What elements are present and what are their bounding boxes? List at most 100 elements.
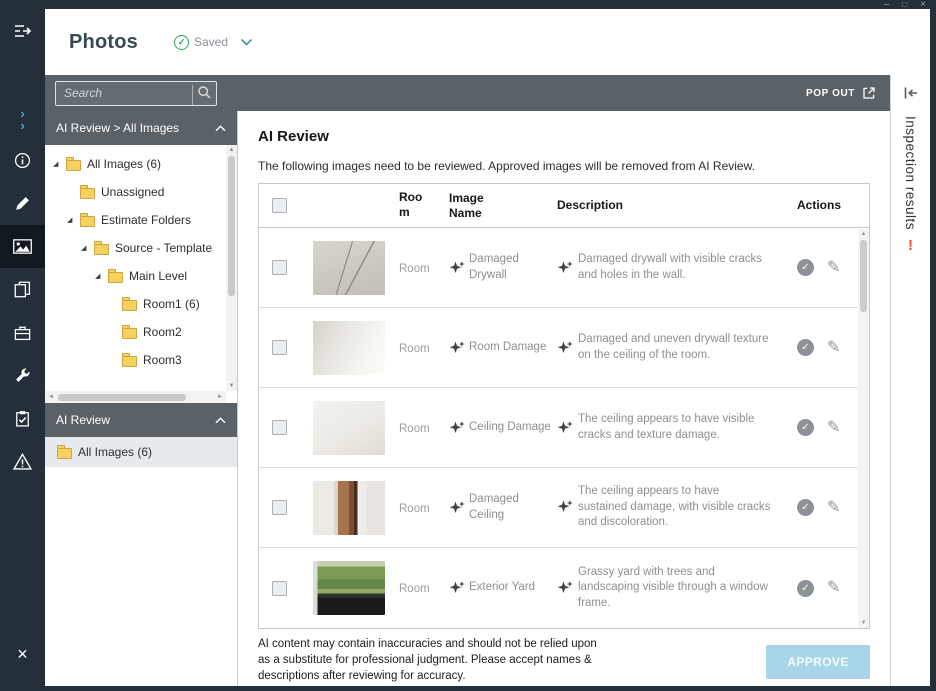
- scroll-up-icon[interactable]: ▲: [861, 231, 867, 237]
- sidebar-item-photos[interactable]: [0, 225, 45, 268]
- sidebar-item-edit[interactable]: [0, 182, 45, 225]
- photo-thumbnail[interactable]: [313, 321, 385, 375]
- photos-toolbar: POP OUT: [45, 75, 890, 111]
- tree-item[interactable]: ◢Source - Template: [45, 234, 226, 262]
- ai-accept-name-icon[interactable]: [449, 420, 465, 436]
- ai-accept-description-icon[interactable]: [557, 260, 573, 276]
- scroll-right-icon[interactable]: ►: [217, 394, 223, 400]
- folder-icon: [57, 448, 72, 459]
- tree-expanded-icon: ◢: [95, 272, 108, 280]
- saved-check-icon: ✓: [174, 35, 189, 50]
- window-controls: – □ ×: [884, 0, 926, 9]
- row-checkbox[interactable]: [272, 340, 287, 355]
- chevron-right-icon[interactable]: ›: [20, 120, 24, 131]
- panel-toggle-icon: [14, 24, 32, 38]
- close-window-icon[interactable]: ×: [920, 0, 926, 9]
- sidebar-item-toolbox[interactable]: [0, 311, 45, 354]
- edit-image-icon[interactable]: ✎: [827, 580, 840, 596]
- scrollbar-thumb[interactable]: [860, 240, 867, 312]
- approve-image-icon[interactable]: ✓: [797, 580, 814, 597]
- tree-item[interactable]: ◢ Estimate Folders: [45, 206, 226, 234]
- tree-expanded-icon: ◢: [67, 216, 80, 224]
- edit-image-icon[interactable]: ✎: [827, 500, 840, 516]
- maximize-icon[interactable]: □: [902, 0, 907, 9]
- folder-icon: [94, 244, 109, 255]
- minimize-icon[interactable]: –: [884, 0, 890, 9]
- tree-pane-header[interactable]: AI Review > All Images: [45, 111, 237, 145]
- clipboard-check-icon: [14, 410, 31, 427]
- scroll-up-icon[interactable]: ▲: [229, 147, 235, 153]
- app-header: Photos ✓ Saved: [45, 9, 930, 75]
- edit-image-icon[interactable]: ✎: [827, 420, 840, 436]
- tree-horizontal-scrollbar[interactable]: ◄ ►: [45, 391, 226, 403]
- photo-thumbnail[interactable]: [313, 481, 385, 535]
- ai-accept-name-icon[interactable]: [449, 260, 465, 276]
- edit-image-icon[interactable]: ✎: [827, 340, 840, 356]
- image-description: The ceiling appears to have sustained da…: [578, 484, 771, 531]
- tree-item[interactable]: Room1 (6): [45, 290, 226, 318]
- row-checkbox[interactable]: [272, 500, 287, 515]
- pop-out-label: POP OUT: [806, 88, 855, 99]
- row-checkbox[interactable]: [272, 420, 287, 435]
- ai-accept-description-icon[interactable]: [557, 499, 573, 515]
- ai-accept-name-icon[interactable]: [449, 580, 465, 596]
- search-box: [55, 81, 217, 106]
- tree-item-label: Room2: [143, 325, 182, 339]
- approve-button[interactable]: APPROVE: [766, 645, 870, 679]
- page-title: Photos: [69, 31, 138, 54]
- scroll-down-icon[interactable]: ▼: [861, 620, 867, 626]
- photo-thumbnail[interactable]: [313, 561, 385, 615]
- photo-thumbnail[interactable]: [313, 241, 385, 295]
- edit-image-icon[interactable]: ✎: [827, 260, 840, 276]
- ai-accept-name-icon[interactable]: [449, 500, 465, 516]
- ai-accept-name-icon[interactable]: [449, 340, 465, 356]
- sidebar-item-documents[interactable]: [0, 268, 45, 311]
- select-all-checkbox[interactable]: [272, 198, 287, 213]
- tree-vertical-scrollbar[interactable]: ▲ ▼: [226, 145, 237, 391]
- tree-item[interactable]: Unassigned: [45, 178, 226, 206]
- photo-thumbnail[interactable]: [313, 401, 385, 455]
- tree-item-label: Estimate Folders: [101, 213, 191, 227]
- pop-out-button[interactable]: POP OUT: [802, 82, 880, 104]
- tree-item-label: Unassigned: [101, 185, 164, 199]
- approve-image-icon[interactable]: ✓: [797, 339, 814, 356]
- expand-panel-button[interactable]: [903, 86, 919, 100]
- search-icon[interactable]: [192, 85, 212, 105]
- folder-icon: [122, 356, 137, 367]
- ai-accept-description-icon[interactable]: [557, 420, 573, 436]
- ai-review-item[interactable]: All Images (6): [45, 437, 237, 467]
- row-checkbox[interactable]: [272, 260, 287, 275]
- sidebar-toggle-button[interactable]: [0, 11, 45, 51]
- sidebar-item-info[interactable]: [0, 139, 45, 182]
- folder-icon: [66, 160, 81, 171]
- tree-item[interactable]: Room3: [45, 346, 226, 374]
- tree-item[interactable]: ◢All Images (6): [45, 150, 226, 178]
- approve-image-icon[interactable]: ✓: [797, 419, 814, 436]
- scrollbar-thumb[interactable]: [58, 394, 186, 401]
- scroll-down-icon[interactable]: ▼: [229, 383, 235, 389]
- image-name: Damaged Ceiling: [469, 492, 557, 523]
- approve-image-icon[interactable]: ✓: [797, 259, 814, 276]
- saved-label: Saved: [194, 35, 228, 49]
- ai-review-section-header[interactable]: AI Review: [45, 403, 237, 437]
- sidebar-item-alerts[interactable]: [0, 440, 45, 483]
- scrollbar-thumb[interactable]: [228, 156, 235, 296]
- row-checkbox[interactable]: [272, 581, 287, 596]
- saved-dropdown-button[interactable]: [240, 38, 253, 46]
- sidebar-item-tasks[interactable]: [0, 397, 45, 440]
- sidebar-close-button[interactable]: ×: [0, 633, 45, 676]
- table-vertical-scrollbar[interactable]: ▲ ▼: [858, 229, 869, 628]
- chevron-right-icon[interactable]: ›: [20, 108, 24, 119]
- ai-accept-description-icon[interactable]: [557, 580, 573, 596]
- tree-item[interactable]: Room2: [45, 318, 226, 346]
- sidebar-item-tools[interactable]: [0, 354, 45, 397]
- ai-review-item-label: All Images (6): [78, 445, 152, 459]
- folder-icon: [122, 300, 137, 311]
- scroll-left-icon[interactable]: ◄: [48, 394, 54, 400]
- ai-accept-description-icon[interactable]: [557, 340, 573, 356]
- approve-image-icon[interactable]: ✓: [797, 499, 814, 516]
- inspection-results-tab[interactable]: Inspection results: [903, 116, 918, 230]
- image-description: The ceiling appears to have visible crac…: [578, 412, 771, 443]
- tree-item[interactable]: ◢Main Level: [45, 262, 226, 290]
- table-footer: AI content may contain inaccuracies and …: [258, 629, 870, 686]
